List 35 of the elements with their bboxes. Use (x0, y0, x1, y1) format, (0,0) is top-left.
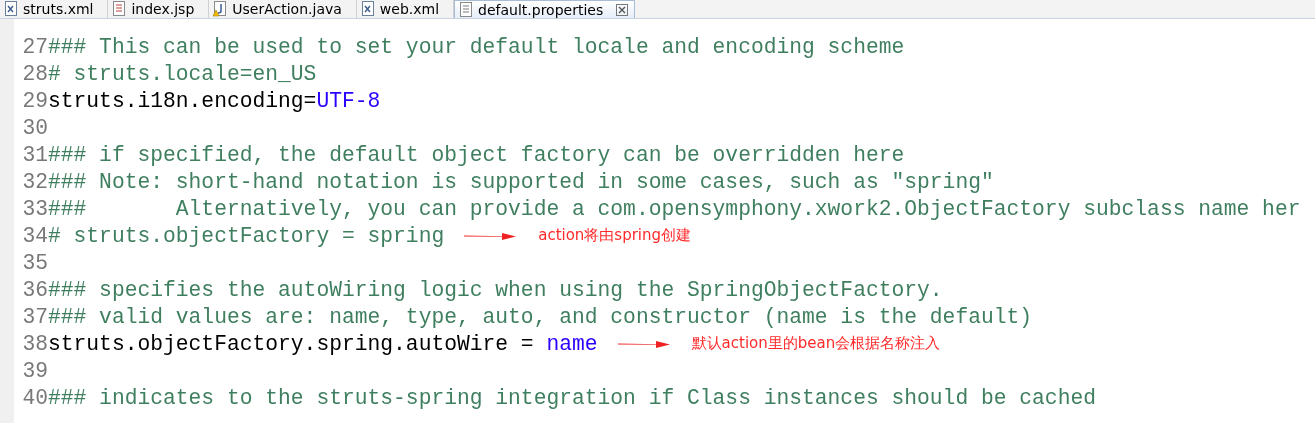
line-number: 39 (21, 358, 48, 383)
editor-tab[interactable]: index.jsp (108, 0, 210, 18)
line-number: 31 (21, 142, 48, 167)
code-line: struts.objectFactory.spring.autoWire = name (48, 331, 598, 356)
line-number: 30 (21, 115, 48, 140)
arrow-icon (617, 338, 670, 349)
annotation-text: 默认action里的bean会根据名称注入 (691, 334, 941, 353)
code-line: ### This can be used to set your default locale and encoding scheme (48, 34, 905, 59)
line-number: 35 (21, 250, 48, 275)
code-line: ### Alternatively, you can provide a com.opensymphony.xwork2.ObjectFactory subclass name her (48, 196, 1301, 221)
code-line: # struts.locale=en_US (48, 61, 317, 86)
code-line: # struts.objectFactory = spring (48, 223, 445, 248)
code-line: ### valid values are: name, type, auto, and constructor (name is the default) (48, 304, 1033, 329)
line-number: 40 (21, 385, 48, 410)
line-number: 32 (21, 169, 48, 194)
code-line: ### specifies the autoWiring logic when using the SpringObjectFactory. (48, 277, 943, 302)
code-line: struts.i18n.encoding=UTF-8 (48, 88, 381, 113)
line-number: 37 (21, 304, 48, 329)
editor-tab[interactable]: UserAction.java (209, 0, 357, 18)
code-line: ### if specified, the default object factory can be overridden here (48, 142, 905, 167)
line-number: 38 (21, 331, 48, 356)
code-line: ### Note: short-hand notation is supported in some cases, such as "spring" (48, 169, 994, 194)
line-number: 28 (21, 61, 48, 86)
annotation-text: action将由spring创建 (538, 226, 692, 245)
line-number: 36 (21, 277, 48, 302)
editor-tab[interactable]: struts.xml (0, 0, 109, 18)
line-number: 27 (21, 34, 48, 59)
arrow-icon (464, 230, 517, 241)
line-number: 34 (21, 223, 48, 248)
editor-tab[interactable]: web.xml (356, 0, 455, 18)
editor-tab[interactable]: default.properties (454, 0, 636, 18)
line-number: 29 (21, 88, 48, 113)
line-number: 33 (21, 196, 48, 221)
code-line: ### indicates to the struts-spring integration if Class instances should be cached (48, 385, 1096, 410)
close-icon[interactable] (616, 3, 629, 16)
